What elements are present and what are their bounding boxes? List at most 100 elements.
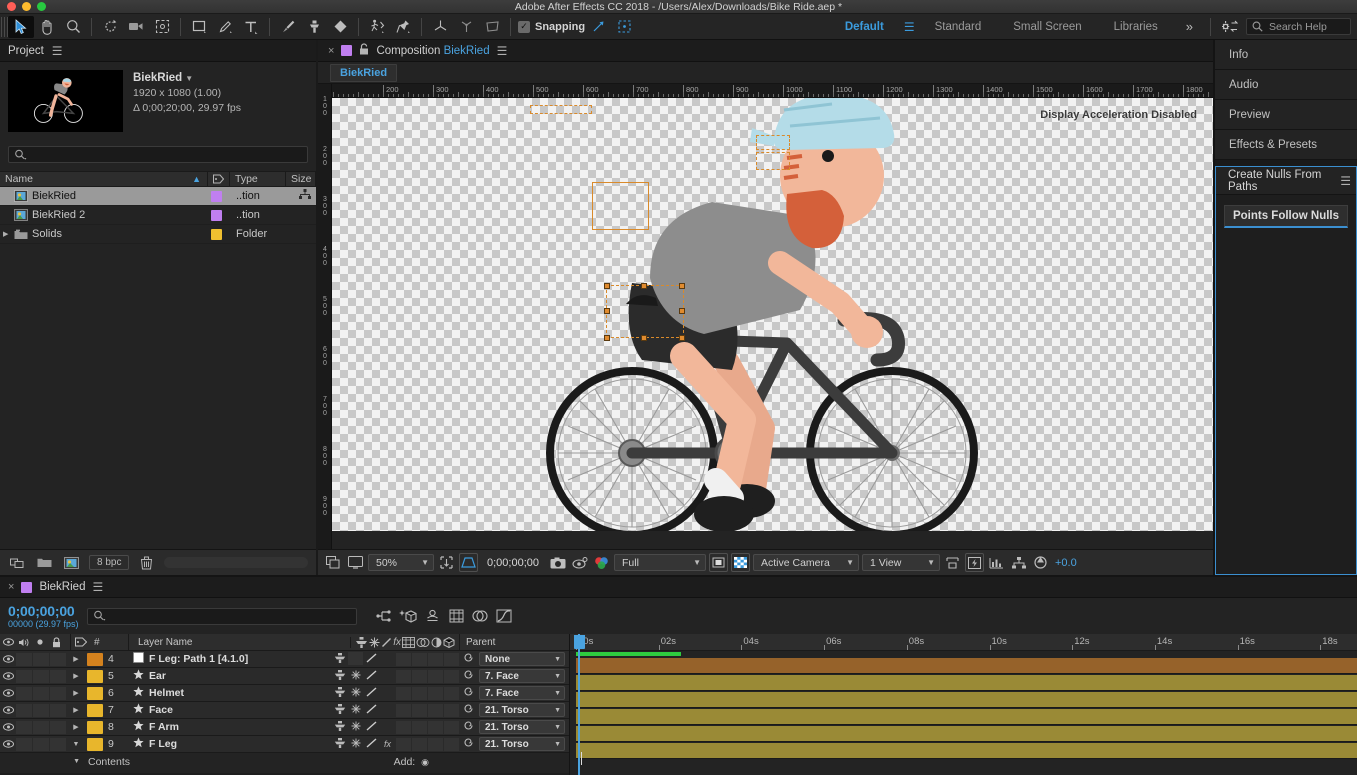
layer-disclosure-icon[interactable]: ▼ — [67, 741, 85, 748]
timeline-tool-icons[interactable] — [375, 607, 514, 626]
layer-name[interactable]: Helmet — [149, 687, 332, 699]
workspace-tab-standard[interactable]: Standard — [919, 14, 998, 40]
composition-subtab-bar[interactable]: BiekRied — [318, 62, 1213, 84]
layer-3d-switch[interactable] — [444, 703, 459, 717]
layer-parent-dropdown[interactable]: None ▼ — [479, 652, 565, 666]
layer-collapse-switch[interactable] — [348, 651, 363, 667]
layer-row[interactable]: ▶ 5 Ear 7. Face ▼ — [0, 668, 569, 685]
layer-row[interactable]: ▶ 4 F Leg: Path 1 [4.1.0] None ▼ — [0, 651, 569, 668]
parent-pickwhip-icon[interactable] — [459, 703, 479, 717]
layer-row[interactable]: ▶ 8 F Arm 21. Torso ▼ — [0, 719, 569, 736]
timeline-column-headers[interactable]: # Layer Name fx Parent — [0, 633, 569, 651]
project-item-label-swatch[interactable] — [206, 209, 236, 221]
new-folder-icon[interactable] — [35, 553, 54, 572]
layer-solo-toggle[interactable] — [33, 652, 49, 666]
project-panel-menu-icon[interactable]: ☰ — [52, 44, 63, 58]
composition-timecode[interactable]: 0;00;00;00 — [481, 557, 545, 569]
panel-tab-preview[interactable]: Preview — [1215, 100, 1357, 130]
layer-quality-switch[interactable] — [364, 653, 379, 665]
layer-duration-bar[interactable] — [576, 709, 1357, 725]
always-preview-icon[interactable] — [324, 553, 343, 572]
panel-tab-info[interactable]: Info — [1215, 40, 1357, 70]
selection-handle-bc[interactable] — [641, 335, 647, 341]
layer-frameblend-switch[interactable] — [396, 703, 411, 717]
layer-solo-toggle[interactable] — [33, 737, 49, 751]
layer-audio-toggle[interactable] — [16, 686, 32, 700]
parent-pickwhip-icon[interactable] — [459, 652, 479, 666]
layer-frameblend-switch[interactable] — [396, 737, 411, 751]
create-nulls-panel-header[interactable]: Create Nulls From Paths ☰ — [1216, 167, 1356, 195]
main-monitor-icon[interactable] — [346, 553, 365, 572]
pixel-aspect-icon[interactable] — [943, 553, 962, 572]
layer-effects-switch[interactable]: fx — [380, 739, 395, 749]
layer-anchor-switch[interactable] — [332, 670, 347, 682]
toolbar-grip[interactable] — [1, 16, 8, 37]
close-tab-icon[interactable]: × — [328, 45, 334, 57]
column-header-type[interactable]: Type — [230, 171, 286, 187]
region-of-interest-icon[interactable] — [437, 553, 456, 572]
project-item-biekried[interactable]: BiekRied ..tion — [0, 187, 316, 206]
layer-duration-bar[interactable] — [576, 743, 1357, 759]
layer-label-swatch[interactable] — [85, 737, 105, 751]
layer-motionblur-switch[interactable] — [412, 720, 427, 734]
layer-quality-switch[interactable] — [364, 704, 379, 716]
composition-tabbar[interactable]: × Composition BiekRied ☰ — [318, 40, 1213, 62]
layer-row[interactable]: ▶ 7 Face 21. Torso ▼ — [0, 702, 569, 719]
comp-flowchart-icon[interactable] — [1009, 553, 1028, 572]
layer-solo-toggle[interactable] — [33, 703, 49, 717]
layer-row[interactable]: ▶ 6 Helmet 7. Face ▼ — [0, 685, 569, 702]
layer-anchor-switch[interactable] — [332, 721, 347, 733]
hand-tool[interactable] — [34, 16, 60, 38]
layer-frameblend-switch[interactable] — [396, 669, 411, 683]
layer-parent-dropdown[interactable]: 21. Torso ▼ — [479, 720, 565, 734]
interpret-footage-icon[interactable] — [8, 553, 27, 572]
timeline-timecode-block[interactable]: 0;00;00;00 00000 (29.97 fps) — [8, 603, 79, 629]
composition-thumbnail[interactable] — [8, 70, 123, 132]
panel-tab-effects-presets[interactable]: Effects & Presets — [1215, 130, 1357, 160]
project-item-biekried-2[interactable]: BiekRied 2 ..tion — [0, 206, 316, 225]
view-layout-dropdown[interactable]: 1 View ▼ — [862, 554, 940, 571]
exposure-value[interactable]: +0.0 — [1053, 557, 1077, 569]
layer-motionblur-switch[interactable] — [412, 669, 427, 683]
selection-handle-tl[interactable] — [604, 283, 610, 289]
selection-dashed-face[interactable] — [756, 152, 790, 170]
selection-dashed-helmet[interactable] — [756, 135, 790, 150]
motion-blur-icon[interactable] — [471, 607, 490, 626]
selection-handle-mr[interactable] — [679, 308, 685, 314]
graph-editor-icon[interactable] — [495, 607, 514, 626]
project-item-label-swatch[interactable] — [206, 228, 236, 240]
contents-disclosure-icon[interactable]: ▼ — [0, 758, 88, 765]
layer-lock-toggle[interactable] — [50, 720, 66, 734]
snapping-toggle[interactable]: ✓ Snapping — [518, 20, 585, 33]
timeline-controls[interactable]: 0;00;00;00 00000 (29.97 fps) — [0, 598, 1357, 634]
snapshot-icon[interactable] — [548, 553, 567, 572]
puppet-pin-tool[interactable] — [364, 16, 390, 38]
parent-pickwhip-icon[interactable] — [459, 686, 479, 700]
draft-3d-icon[interactable] — [399, 607, 418, 626]
text-tool[interactable] — [238, 16, 264, 38]
exposure-reset-icon[interactable] — [1031, 553, 1050, 572]
selection-handle-br[interactable] — [679, 335, 685, 341]
layer-collapse-switch[interactable] — [348, 670, 363, 682]
show-snapshot-icon[interactable] — [570, 553, 589, 572]
layer-collapse-switch[interactable] — [348, 721, 363, 733]
frame-blending-icon[interactable] — [447, 607, 466, 626]
hide-shy-layers-icon[interactable] — [423, 607, 442, 626]
layer-quality-switch[interactable] — [364, 687, 379, 699]
layer-visibility-toggle[interactable] — [0, 706, 16, 714]
project-item-solids[interactable]: ▶ Solids Folder — [0, 225, 316, 244]
selection-handle-tr[interactable] — [679, 283, 685, 289]
zoom-tool[interactable] — [60, 16, 86, 38]
layer-duration-bar[interactable] — [576, 675, 1357, 691]
layer-anchor-switch[interactable] — [332, 704, 347, 716]
timeline-tabbar[interactable]: × BiekRied ☰ — [0, 577, 1357, 598]
axis-tool[interactable] — [427, 16, 453, 38]
timeline-label-swatch[interactable] — [21, 581, 33, 593]
layer-lock-toggle[interactable] — [50, 652, 66, 666]
layer-disclosure-icon[interactable]: ▶ — [67, 723, 85, 731]
axis-local-tool[interactable] — [453, 16, 479, 38]
disclosure-triangle-icon[interactable]: ▶ — [3, 230, 14, 238]
column-header-name[interactable]: Name — [5, 171, 33, 187]
workspace-tab-libraries[interactable]: Libraries — [1098, 14, 1174, 40]
selection-handle-bl[interactable] — [604, 335, 610, 341]
